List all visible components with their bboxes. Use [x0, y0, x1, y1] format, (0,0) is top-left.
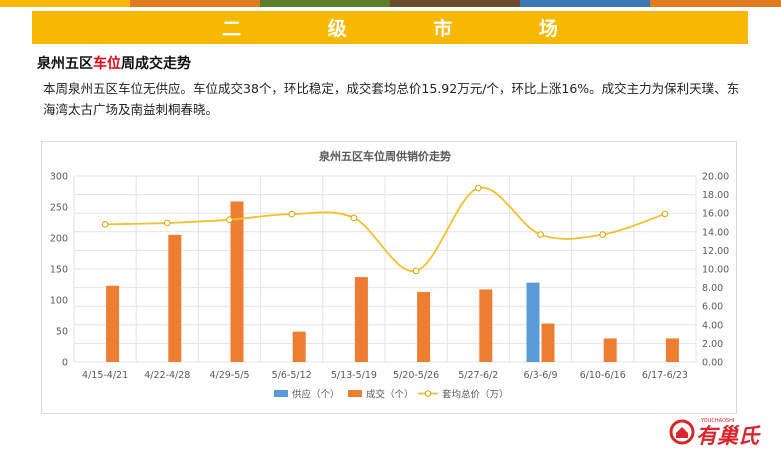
y-left-tick-label: 300 [50, 172, 68, 183]
x-tick-label: 5/27-6/2 [458, 370, 498, 381]
section-description: 本周泉州五区车位无供应。车位成交38个，环比稳定，成交套均总价15.92万元/个… [43, 81, 740, 117]
bar-sold [292, 331, 306, 362]
legend-swatch [274, 390, 288, 397]
chart-container: 泉州五区车位周供销价走势 0.00 2.00 4.00 6.00 8.00 10.00 12.… [41, 141, 737, 414]
y-right-tick-label: 2.00 [702, 339, 723, 350]
y-left-tick-label: 0 [62, 358, 68, 369]
strip-segment [130, 0, 260, 7]
y-right-tick-label: 0.00 [702, 358, 723, 369]
section-title: 泉州五区车位周成交走势 [37, 53, 191, 73]
x-tick-label: 5/20-5/26 [393, 370, 439, 381]
point-avg-price [164, 219, 171, 227]
bar-sold [168, 234, 182, 362]
logo-text: 有巢氏 [696, 424, 761, 448]
legend-label: 成交（个） [366, 389, 414, 401]
legend-label: 套均总价（万） [442, 389, 509, 401]
point-avg-price [350, 214, 358, 222]
point-avg-price [661, 210, 669, 218]
y-right-tick-label: 20.00 [702, 172, 729, 183]
x-tick-label: 5/13-5/19 [331, 370, 377, 381]
y-right-tick-label: 6.00 [702, 302, 723, 313]
y-right-tick-label: 4.00 [702, 320, 723, 331]
point-avg-price [537, 231, 544, 238]
y-left-tick-label: 200 [50, 234, 68, 245]
x-tick-label: 4/22-4/28 [144, 370, 190, 381]
y-right-tick-label: 16.00 [702, 209, 729, 220]
bar-sold [354, 277, 368, 362]
legend-swatch [348, 390, 362, 397]
x-tick-label: 6/3-6/9 [523, 370, 557, 381]
x-tick-label: 6/10-6/16 [580, 370, 626, 381]
point-avg-price [101, 221, 109, 228]
y-right-tick-label: 18.00 [702, 190, 729, 201]
y-left-tick-label: 150 [50, 265, 68, 276]
point-avg-price [412, 267, 420, 275]
y-left-tick-label: 100 [50, 296, 68, 307]
strip-segment [520, 0, 650, 7]
brand-logo: YOUCHAOSHI 有巢氏 [669, 418, 761, 448]
y-right-tick-label: 12.00 [702, 246, 729, 257]
banner-title: 二 级 市 场 [222, 18, 598, 40]
x-tick-label: 4/29-5/5 [209, 370, 249, 381]
point-avg-price [288, 210, 295, 218]
section-title-prefix: 泉州五区 [37, 56, 93, 72]
x-tick-label: 4/15-4/21 [82, 370, 128, 381]
point-avg-price [599, 231, 607, 238]
y-right-tick-label: 8.00 [702, 283, 723, 294]
y-left-tick-label: 50 [56, 327, 68, 338]
house-icon [669, 419, 695, 445]
bar-supply [526, 282, 540, 362]
x-tick-label: 6/17-6/23 [642, 370, 688, 381]
bar-sold [417, 291, 431, 362]
chart-title: 泉州五区车位周供销价走势 [318, 149, 451, 163]
bar-sold [603, 338, 617, 362]
strip-segment [390, 0, 520, 7]
strip-segment [0, 0, 130, 7]
combo-chart: 泉州五区车位周供销价走势 0.00 2.00 4.00 6.00 8.00 10.00 12.… [50, 149, 729, 401]
y-left-tick-label: 250 [50, 203, 68, 214]
bar-sold [479, 289, 493, 362]
top-color-strip [0, 0, 781, 7]
point-avg-price [475, 184, 482, 192]
bar-sold [106, 285, 120, 362]
bar-sold [541, 323, 555, 362]
strip-segment [650, 0, 781, 7]
legend-label: 供应（个） [292, 389, 340, 401]
legend-swatch-point [424, 390, 432, 397]
section-banner: 二 级 市 场 [32, 11, 748, 44]
bar-sold [665, 338, 679, 362]
section-title-highlight: 车位 [93, 56, 121, 72]
bar-sold [230, 201, 244, 362]
point-avg-price [226, 216, 233, 224]
x-tick-label: 5/6-5/12 [272, 370, 312, 381]
strip-segment [260, 0, 390, 7]
section-title-suffix: 周成交走势 [121, 56, 191, 72]
y-right-tick-label: 14.00 [702, 227, 729, 238]
y-right-tick-label: 10.00 [702, 265, 729, 276]
